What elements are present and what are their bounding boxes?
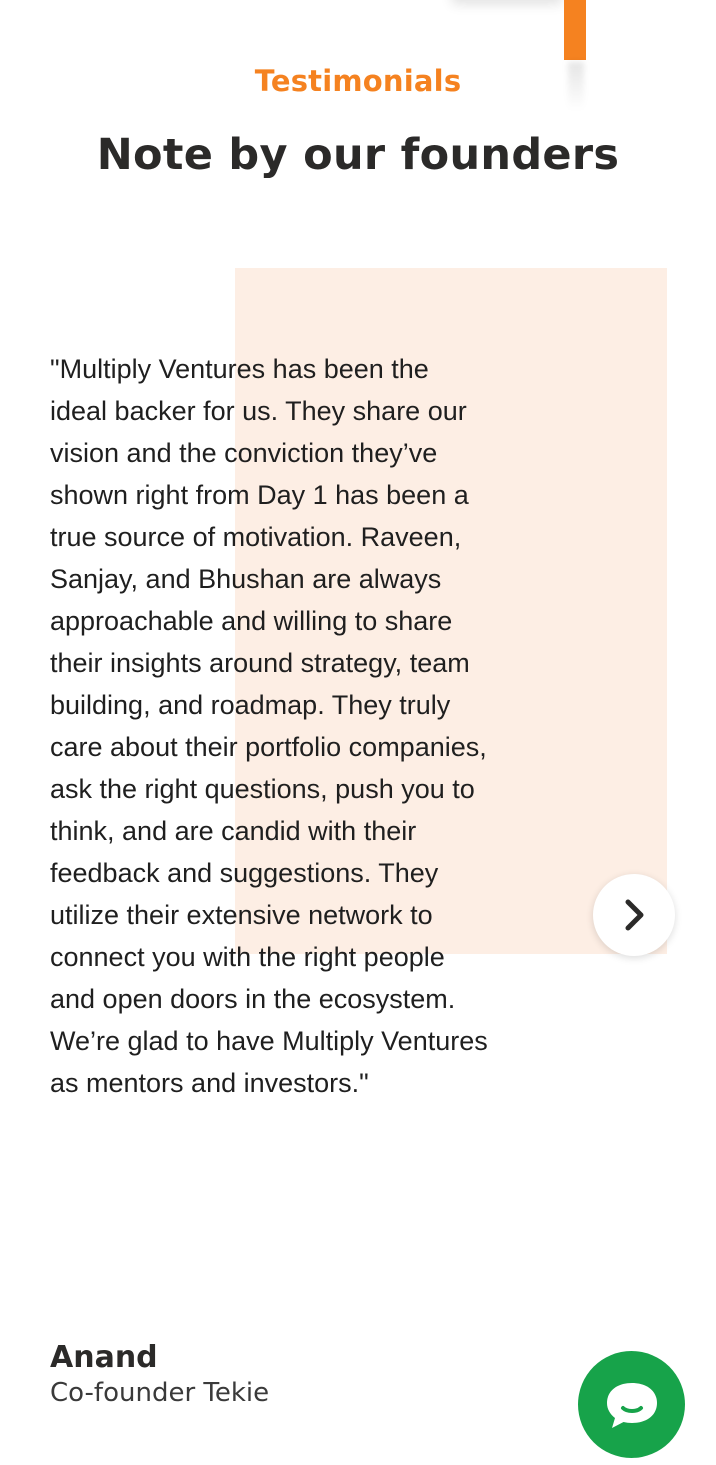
- testimonial-author-role: Co-founder Tekie: [50, 1378, 270, 1408]
- top-decoration: [452, 0, 602, 120]
- chat-launcher-button[interactable]: [578, 1351, 685, 1458]
- decor-orange-bar: [564, 0, 586, 60]
- testimonial-quote: "Multiply Ventures has been the ideal ba…: [50, 354, 488, 1098]
- chat-bubble-icon: [606, 1382, 657, 1428]
- testimonial-author-name: Anand: [50, 1340, 158, 1375]
- section-heading: Note by our founders: [96, 130, 620, 180]
- chevron-right-icon: [625, 899, 644, 931]
- next-testimonial-button[interactable]: [593, 874, 675, 956]
- section-eyebrow: Testimonials: [254, 64, 462, 98]
